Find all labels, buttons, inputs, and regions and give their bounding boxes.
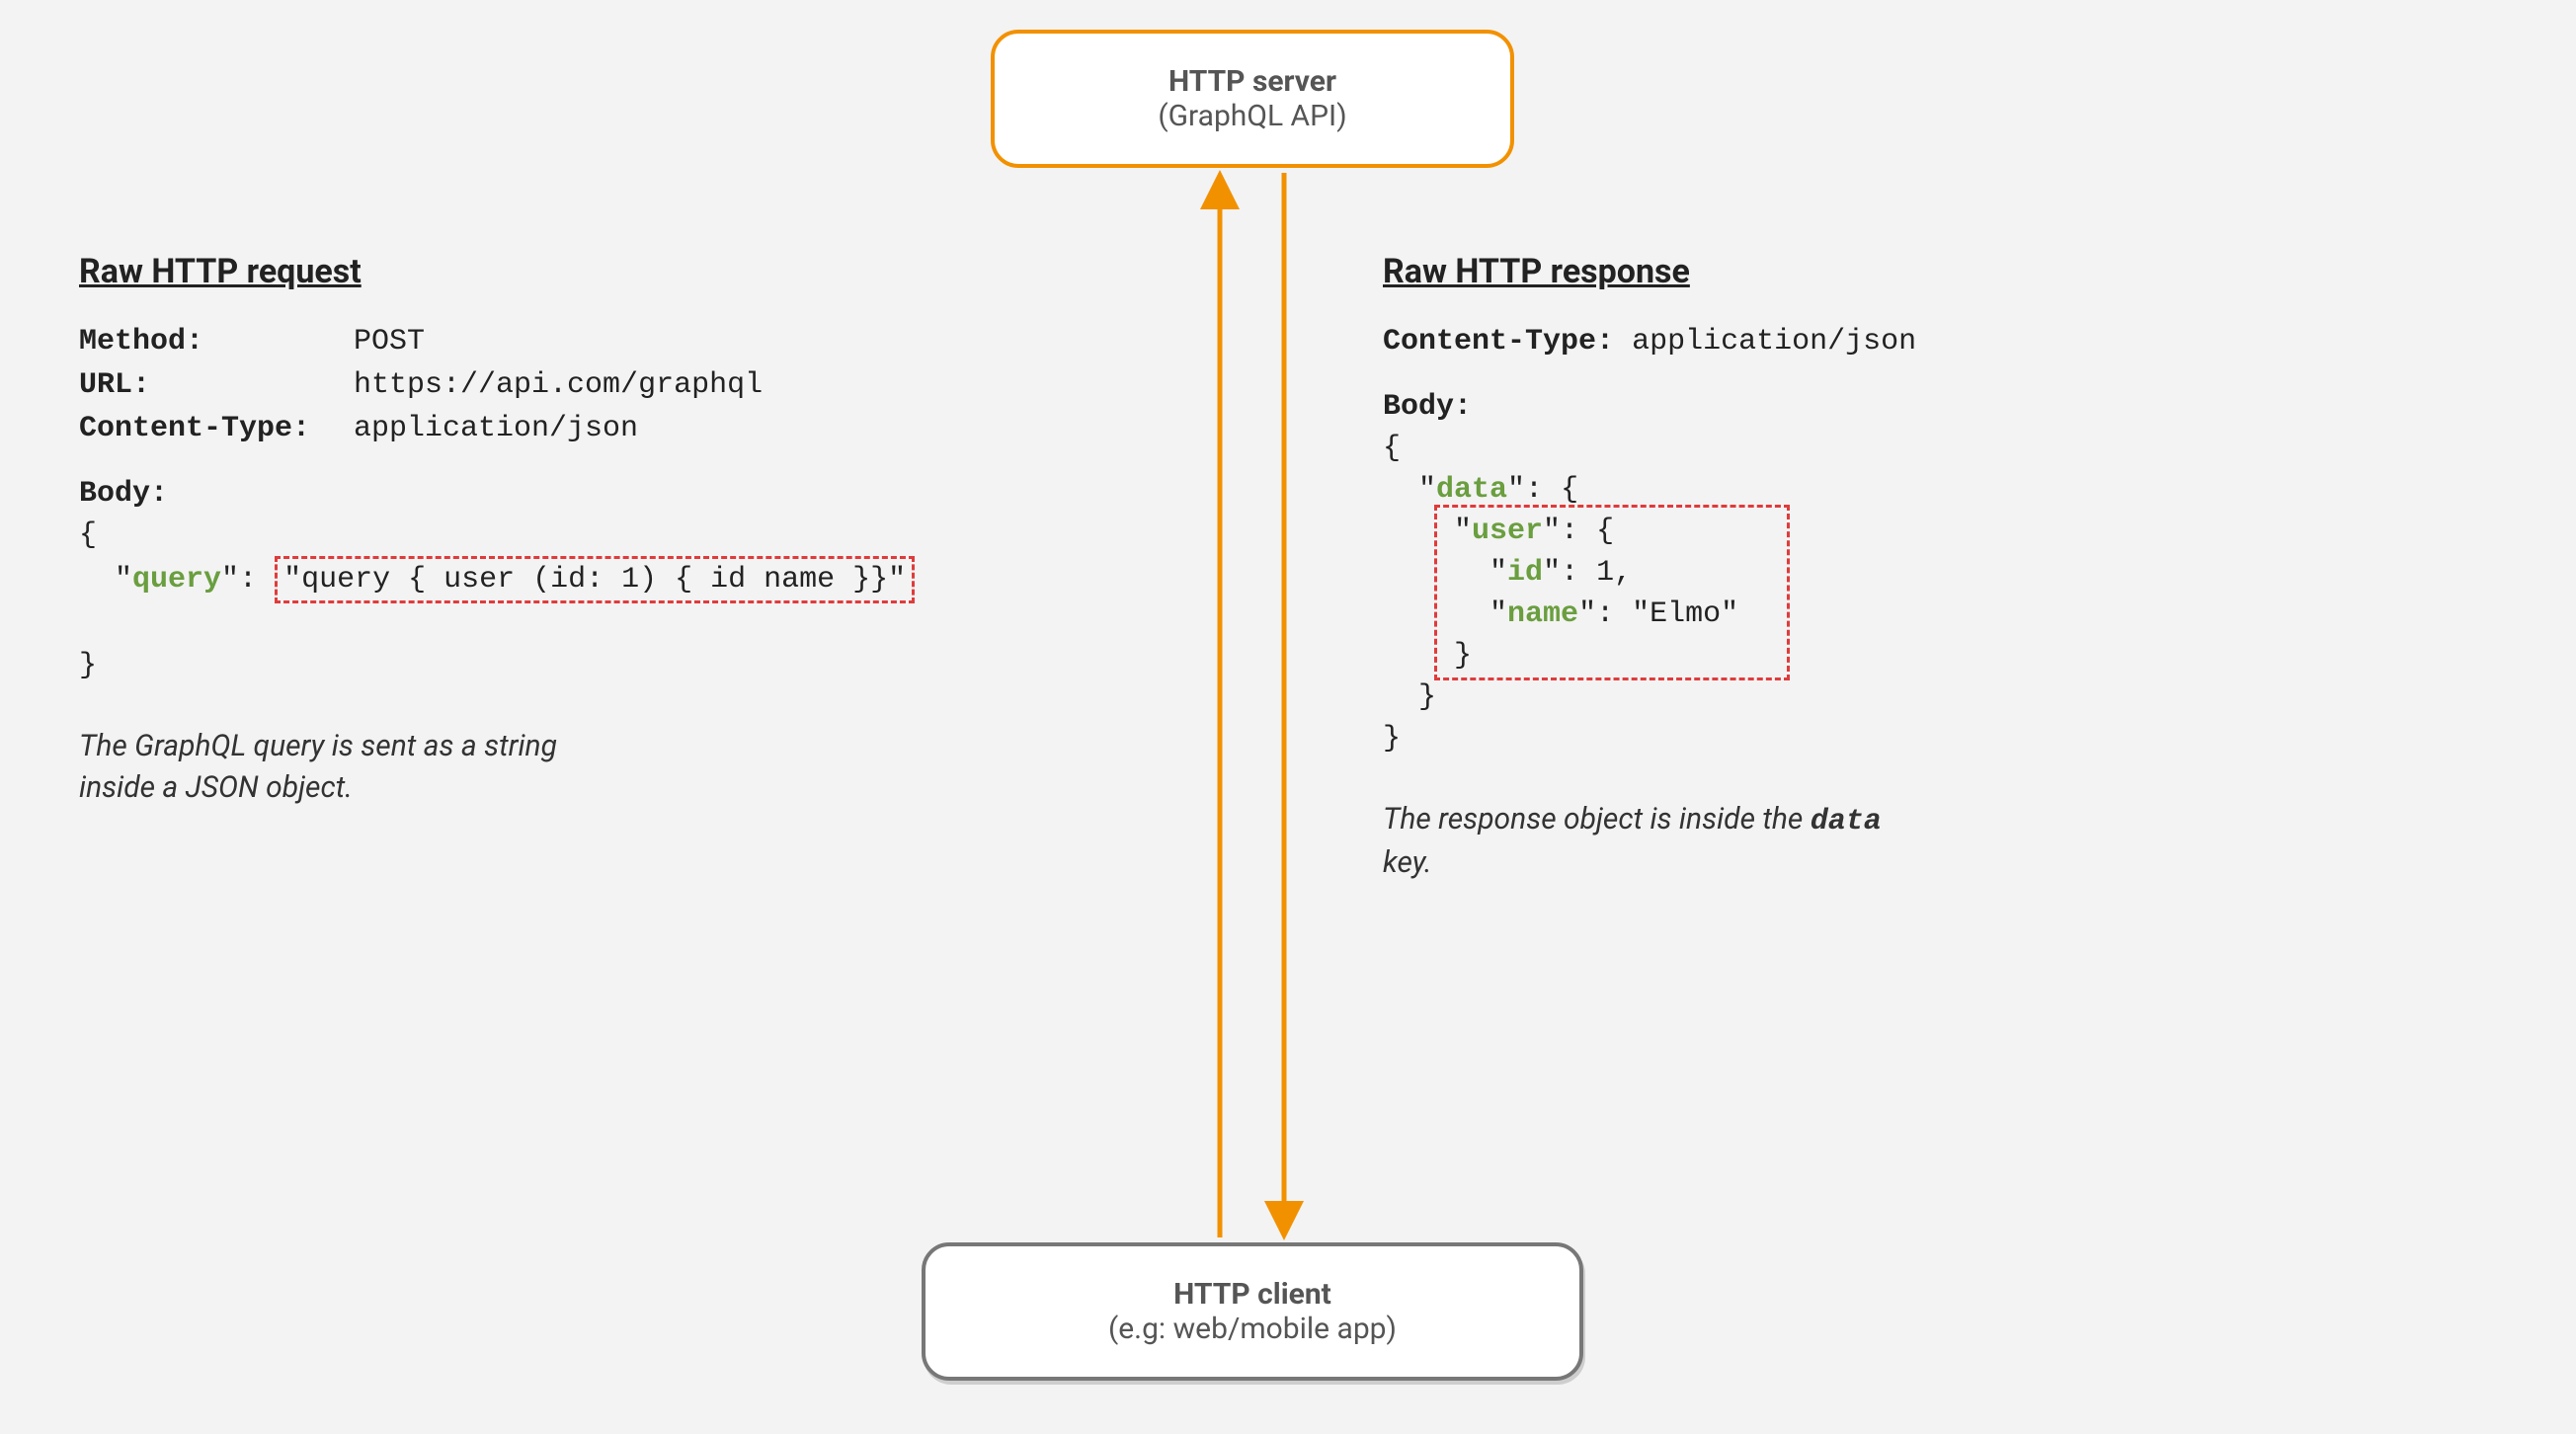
request-query-highlight: "query { user (id: 1) { id name }}" <box>275 556 915 603</box>
response-ct-label: Content-Type: <box>1383 321 1614 362</box>
client-title: HTTP client <box>1173 1277 1331 1312</box>
response-caption: The response object is inside the data k… <box>1383 799 2272 884</box>
response-ct-value: application/json <box>1632 325 1916 358</box>
request-method-value: POST <box>354 325 425 358</box>
response-body-label: Body: <box>1383 386 2272 428</box>
response-panel: Raw HTTP response Content-Type: applicat… <box>1383 252 2272 884</box>
request-ct-value: application/json <box>354 412 638 445</box>
request-heading: Raw HTTP request <box>79 252 1126 291</box>
request-url-label: URL: <box>79 364 336 406</box>
response-heading: Raw HTTP response <box>1383 252 2272 291</box>
request-panel: Raw HTTP request Method: POST URL: https… <box>79 252 1126 809</box>
request-url-value: https://api.com/graphql <box>354 368 763 402</box>
client-node: HTTP client (e.g: web/mobile app) <box>922 1242 1583 1381</box>
request-method-label: Method: <box>79 321 336 362</box>
request-ct-label: Content-Type: <box>79 408 336 449</box>
server-subtitle: (GraphQL API) <box>1158 99 1346 133</box>
server-title: HTTP server <box>1168 64 1336 99</box>
response-body-json: { "data": { "user": { "id": 1, "name": "… <box>1383 428 2272 759</box>
request-body-json: { "query": "query { user (id: 1) { id na… <box>79 515 1126 686</box>
server-node: HTTP server (GraphQL API) <box>991 30 1514 168</box>
request-body-label: Body: <box>79 473 1126 515</box>
request-caption: The GraphQL query is sent as a string in… <box>79 726 1126 809</box>
client-subtitle: (e.g: web/mobile app) <box>1108 1312 1397 1346</box>
